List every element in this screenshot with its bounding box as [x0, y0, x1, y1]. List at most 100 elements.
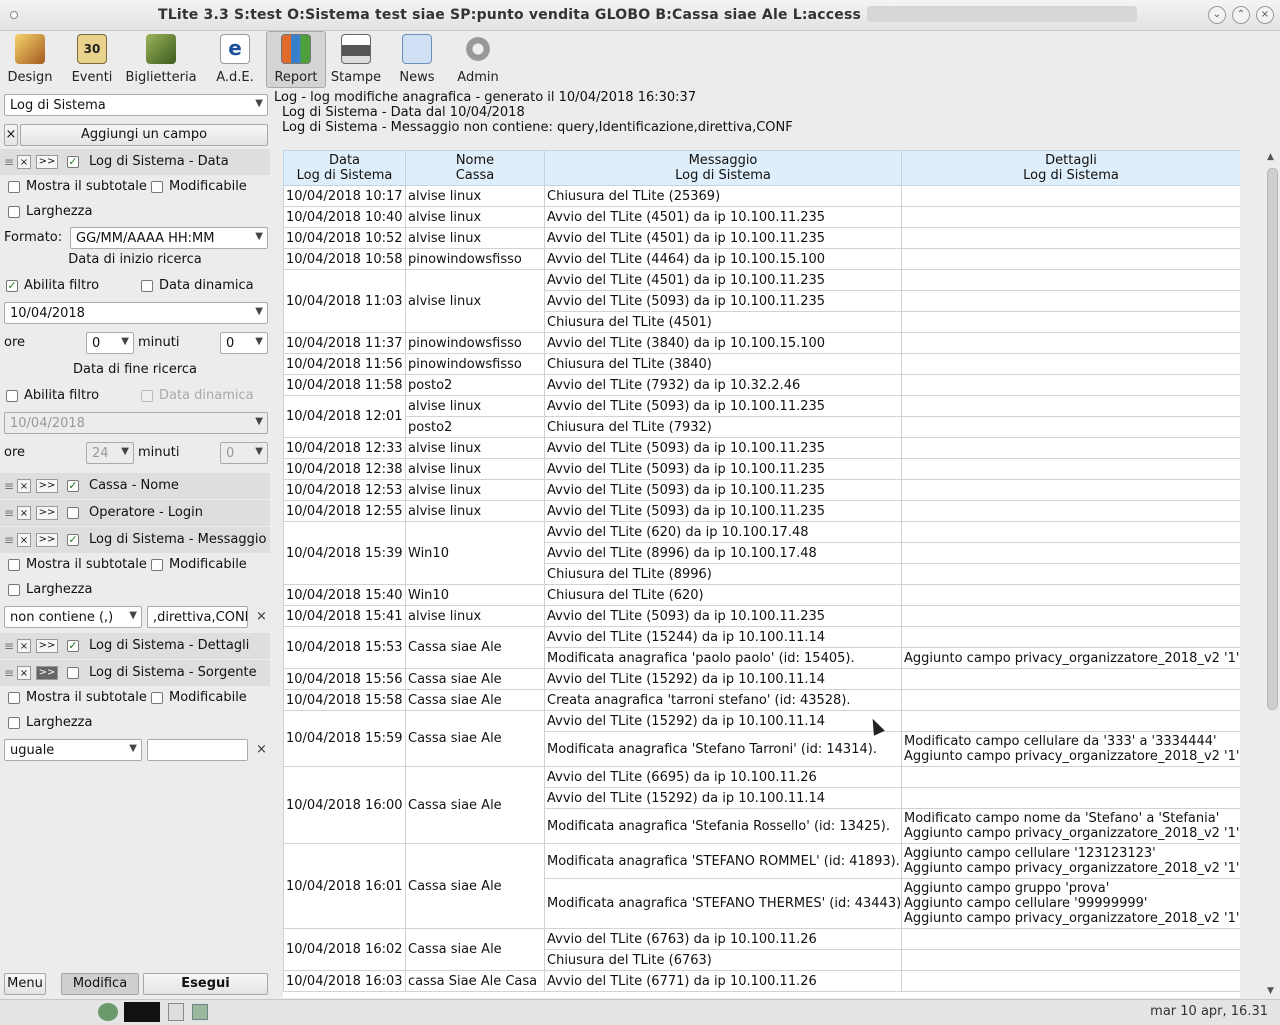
drag-handle-icon[interactable]: ≡ — [4, 533, 14, 547]
source-select[interactable]: Log di Sistema ▼ — [4, 94, 268, 116]
table-row[interactable]: 10/04/2018 12:01 alvise linux Avvio del TL… — [283, 395, 1240, 438]
minimize-icon[interactable]: ⌄ — [1208, 6, 1226, 24]
drag-handle-icon[interactable]: ≡ — [4, 479, 14, 493]
table-row[interactable]: 10/04/2018 16:02 Cassa siae Ale Avvio del … — [283, 928, 1240, 971]
table-row[interactable]: 10/04/2018 16:00 Cassa siae Ale Avvio del … — [283, 766, 1240, 844]
src-subtotal-checkbox[interactable] — [8, 692, 20, 704]
start-hours-select[interactable]: 0 ▼ — [86, 332, 134, 354]
table-row[interactable]: 10/04/2018 12:55 alvise linux Avvio del TL… — [283, 500, 1240, 522]
remove-field-icon[interactable]: × — [17, 155, 31, 169]
maximize-icon[interactable]: ⌃ — [1232, 6, 1250, 24]
table-row[interactable]: 10/04/2018 12:53 alvise linux Avvio del TL… — [283, 479, 1240, 501]
expand-field-button[interactable]: >> — [36, 666, 58, 680]
table-row[interactable]: 10/04/2018 11:37 pinowindowsfisso Avvio de… — [283, 332, 1240, 354]
table-row[interactable]: 10/04/2018 16:01 Cassa siae Ale Modificata… — [283, 843, 1240, 929]
remove-field-icon[interactable]: × — [17, 506, 31, 520]
table-row[interactable]: 10/04/2018 10:40 alvise linux Avvio del TL… — [283, 206, 1240, 228]
msg-value-input[interactable]: ,direttiva,CONF — [147, 606, 248, 628]
end-enable-filter-checkbox[interactable] — [6, 390, 18, 402]
refresh-icon[interactable] — [98, 1003, 118, 1021]
table-row[interactable]: 10/04/2018 15:39 Win10 Avvio del TLite (62… — [283, 521, 1240, 585]
expand-field-button[interactable]: >> — [36, 155, 58, 169]
msg-width-checkbox[interactable] — [8, 584, 20, 596]
format-select[interactable]: GG/MM/AAAA HH:MM ▼ — [70, 227, 268, 249]
subtotal-checkbox[interactable] — [8, 181, 20, 193]
scroll-up-icon[interactable]: ▲ — [1267, 152, 1274, 162]
src-operator-select[interactable]: uguale ▼ — [4, 739, 142, 761]
column-header-cassa[interactable]: Nome Cassa — [405, 150, 545, 186]
drag-handle-icon[interactable]: ≡ — [4, 666, 14, 680]
field-sorgente-checkbox[interactable] — [67, 667, 79, 679]
editable-checkbox[interactable] — [151, 181, 163, 193]
msg-subtotal-checkbox[interactable] — [8, 559, 20, 571]
table-row[interactable]: 10/04/2018 11:58 posto2 Avvio del TLite (7… — [283, 374, 1240, 396]
table-row[interactable]: 10/04/2018 10:17 alvise linux Chiusura del… — [283, 185, 1240, 207]
toolbar-stampe-button[interactable]: Stampe — [328, 32, 384, 86]
menu-button[interactable]: Menu — [4, 973, 46, 995]
folder-icon[interactable] — [192, 1004, 208, 1020]
field-data-checkbox[interactable]: ✓ — [67, 156, 79, 168]
column-header-dettagli[interactable]: Dettagli Log di Sistema — [901, 150, 1240, 186]
table-row[interactable]: 10/04/2018 12:38 alvise linux Avvio del TL… — [283, 458, 1240, 480]
field-cassa-checkbox[interactable]: ✓ — [67, 480, 79, 492]
remove-field-icon[interactable]: × — [17, 666, 31, 680]
field-operatore-checkbox[interactable] — [67, 507, 79, 519]
toolbar-admin-button[interactable]: Admin — [452, 32, 504, 86]
table-row[interactable]: 10/04/2018 15:59 Cassa siae Ale Avvio del … — [283, 710, 1240, 767]
drag-handle-icon[interactable]: ≡ — [4, 639, 14, 653]
clear-icon[interactable]: × — [256, 609, 267, 624]
expand-field-button[interactable]: >> — [36, 479, 58, 493]
start-date-input[interactable]: 10/04/2018 ▼ — [4, 302, 268, 324]
remove-icon[interactable]: × — [4, 124, 18, 146]
vertical-scrollbar[interactable]: ▲ ▼ — [1265, 150, 1279, 998]
src-value-input[interactable] — [147, 739, 248, 761]
start-dynamic-checkbox[interactable] — [141, 280, 153, 292]
toolbar-design-button[interactable]: Design — [4, 32, 56, 86]
scroll-down-icon[interactable]: ▼ — [1267, 986, 1274, 996]
src-editable-checkbox[interactable] — [151, 692, 163, 704]
toolbar-news-button[interactable]: News — [392, 32, 442, 86]
run-button[interactable]: Esegui — [143, 973, 268, 995]
device-icon[interactable] — [168, 1003, 184, 1021]
expand-field-button[interactable]: >> — [36, 533, 58, 547]
drag-handle-icon[interactable]: ≡ — [4, 506, 14, 520]
remove-field-icon[interactable]: × — [17, 639, 31, 653]
close-icon[interactable]: × — [1256, 6, 1274, 24]
start-minutes-select[interactable]: 0 ▼ — [220, 332, 268, 354]
field-messaggio-checkbox[interactable]: ✓ — [67, 534, 79, 546]
src-width-checkbox[interactable] — [8, 717, 20, 729]
toolbar-eventi-button[interactable]: 30 Eventi — [66, 32, 118, 86]
table-row[interactable]: 10/04/2018 16:03 cassa Siae Ale Casa Avvio… — [283, 970, 1240, 992]
table-row[interactable]: 10/04/2018 11:56 pinowindowsfisso Chiusura… — [283, 353, 1240, 375]
table-row[interactable]: 10/04/2018 12:33 alvise linux Avvio del TL… — [283, 437, 1240, 459]
start-enable-filter-checkbox[interactable]: ✓ — [6, 280, 18, 292]
table-row[interactable]: 10/04/2018 10:52 alvise linux Avvio del TL… — [283, 227, 1240, 249]
window-menu-icon[interactable] — [10, 11, 18, 19]
field-dettagli-checkbox[interactable]: ✓ — [67, 640, 79, 652]
msg-operator-select[interactable]: non contiene (,) ▼ — [4, 606, 142, 628]
expand-field-button[interactable]: >> — [36, 506, 58, 520]
table-row[interactable]: 10/04/2018 15:40 Win10 Chiusura del TLite … — [283, 584, 1240, 606]
remove-field-icon[interactable]: × — [17, 479, 31, 493]
column-header-data[interactable]: Data Log di Sistema — [283, 150, 406, 186]
toolbar-biglietteria-button[interactable]: Biglietteria — [124, 32, 198, 86]
toolbar-report-button[interactable]: Report — [266, 31, 326, 88]
modify-button[interactable]: Modifica — [61, 973, 139, 995]
table-row[interactable]: 10/04/2018 15:53 Cassa siae Ale Avvio del … — [283, 626, 1240, 669]
table-row[interactable]: posto2 Chiusura del TLite (7932) — [284, 416, 1240, 438]
scrollbar-thumb[interactable] — [1267, 168, 1278, 710]
add-field-button[interactable]: Aggiungi un campo — [20, 124, 268, 146]
msg-editable-checkbox[interactable] — [151, 559, 163, 571]
drag-handle-icon[interactable]: ≡ — [4, 155, 14, 169]
table-row[interactable]: 10/04/2018 15:58 Cassa siae Ale Creata ana… — [283, 689, 1240, 711]
column-header-messaggio[interactable]: Messaggio Log di Sistema — [544, 150, 902, 186]
toolbar-ade-button[interactable]: e A.d.E. — [210, 32, 260, 86]
table-row[interactable]: 10/04/2018 10:58 pinowindowsfisso Avvio de… — [283, 248, 1240, 270]
table-row[interactable]: 10/04/2018 15:56 Cassa siae Ale Avvio del … — [283, 668, 1240, 690]
clear-icon[interactable]: × — [256, 742, 267, 757]
remove-field-icon[interactable]: × — [17, 533, 31, 547]
table-row[interactable]: 10/04/2018 11:03 alvise linux Avvio del TL… — [283, 269, 1240, 333]
width-checkbox[interactable] — [8, 206, 20, 218]
table-row[interactable]: 10/04/2018 15:41 alvise linux Avvio del TL… — [283, 605, 1240, 627]
expand-field-button[interactable]: >> — [36, 639, 58, 653]
